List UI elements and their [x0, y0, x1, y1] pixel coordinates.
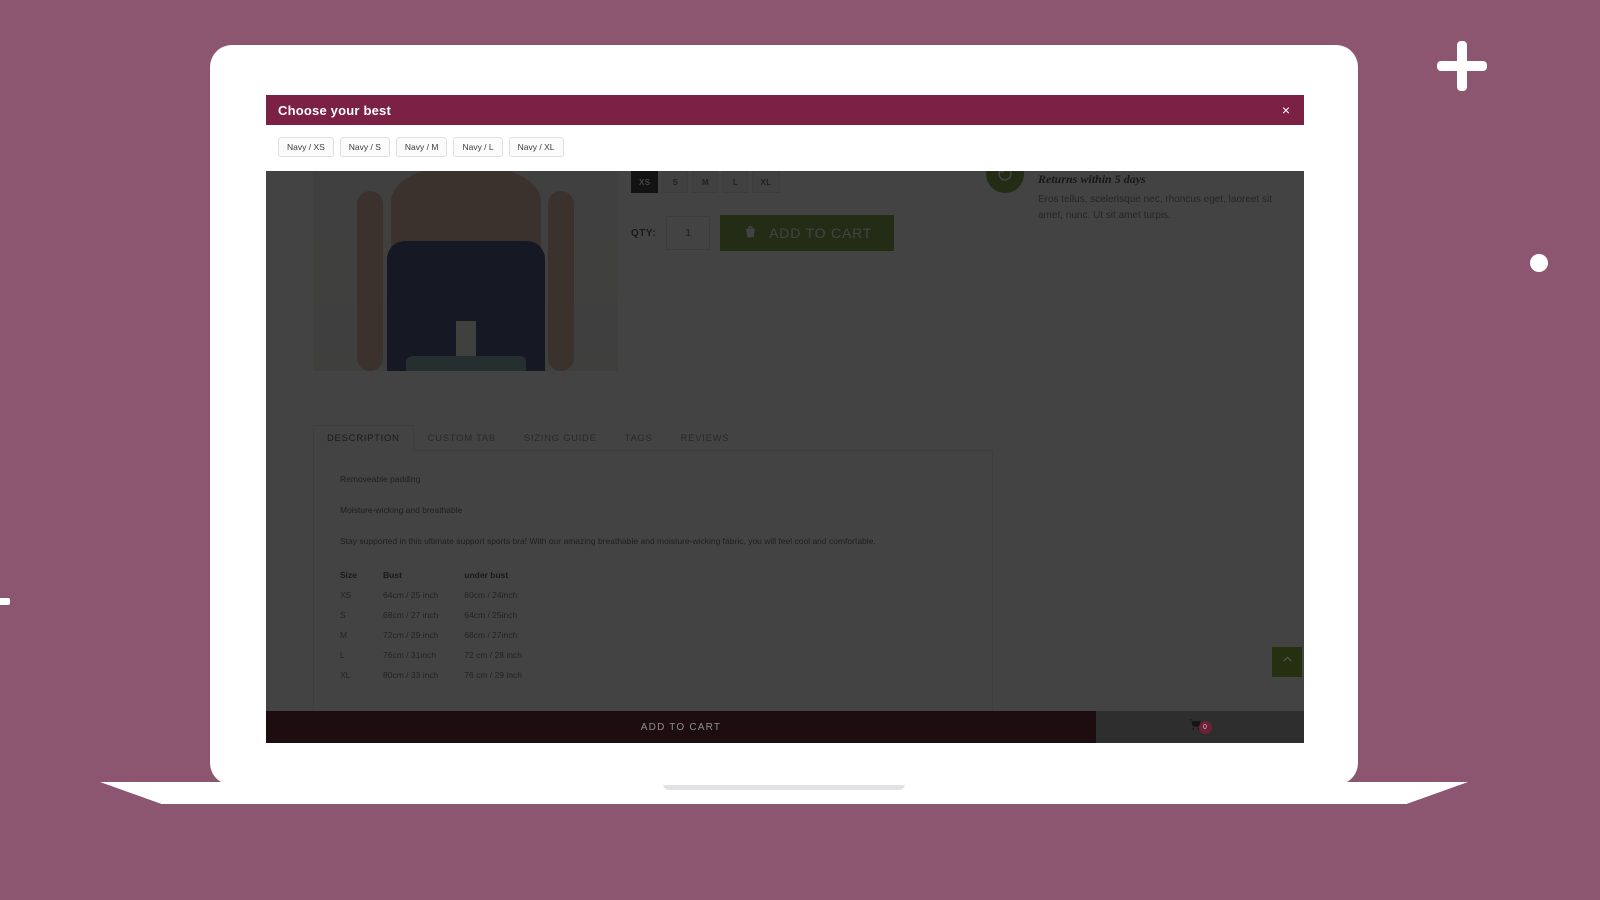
sticky-add-to-cart-button[interactable]: ADD TO CART	[266, 711, 1096, 743]
dot-decoration	[1530, 254, 1548, 272]
sticky-bottom-bar: ADD TO CART 0	[266, 711, 1304, 743]
plus-decoration-icon	[1437, 41, 1487, 91]
scroll-to-top-button[interactable]	[1272, 647, 1302, 677]
cart-count-badge: 0	[1198, 720, 1212, 734]
modal-title: Choose your best	[278, 102, 391, 118]
modal-body: Navy / XS Navy / S Navy / M Navy / L Nav…	[266, 125, 1304, 171]
sticky-add-to-cart-label: ADD TO CART	[640, 721, 722, 733]
chevron-up-icon	[1281, 653, 1294, 671]
modal-header: Choose your best ×	[266, 95, 1304, 125]
browser-screen: XS S M L XL QTY: ADD TO CART	[266, 95, 1304, 743]
modal-backdrop-overlay[interactable]	[266, 95, 1304, 743]
variant-option-navy-s[interactable]: Navy / S	[339, 137, 390, 157]
variant-option-navy-l[interactable]: Navy / L	[453, 137, 503, 157]
variant-option-navy-xs[interactable]: Navy / XS	[278, 137, 334, 157]
variant-option-navy-m[interactable]: Navy / M	[395, 137, 448, 157]
choose-your-best-modal: Choose your best × Navy / XS Navy / S Na…	[266, 95, 1304, 171]
variant-option-navy-xl[interactable]: Navy / XL	[508, 137, 564, 157]
dash-decoration	[0, 598, 10, 605]
sticky-cart-area: 0	[1096, 711, 1304, 743]
cart-button[interactable]: 0	[1189, 718, 1212, 736]
close-icon[interactable]: ×	[1282, 103, 1290, 117]
